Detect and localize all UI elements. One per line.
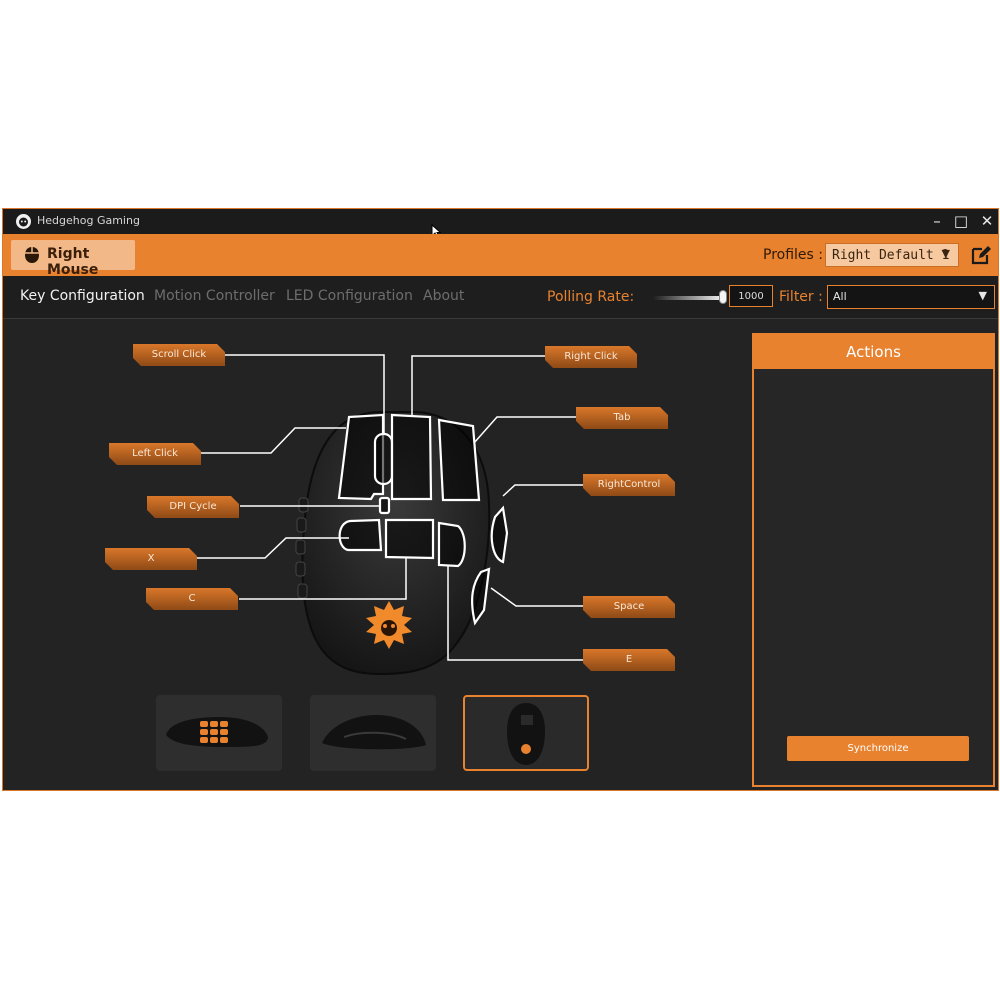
binding-right-click[interactable]: Right Click (545, 346, 637, 368)
right-control-line (502, 484, 585, 497)
polling-rate-slider-knob[interactable] (719, 290, 727, 304)
tab-about[interactable]: About (423, 288, 464, 304)
nav-bar: Key Configuration Motion Controller LED … (3, 276, 998, 319)
polling-rate-label: Polling Rate: (547, 289, 635, 305)
app-window: Hedgehog Gaming – □ ✕ Right Mouse Profil… (2, 208, 999, 791)
binding-left-click[interactable]: Left Click (109, 443, 201, 465)
x-key[interactable] (338, 518, 383, 552)
dpi-cycle-key[interactable] (378, 496, 391, 515)
right-click-line (411, 355, 548, 416)
header-bar: Right Mouse Profiles : Right Default 1 ▼ (3, 234, 998, 278)
synchronize-button[interactable]: Synchronize (787, 736, 969, 761)
tab-led-configuration[interactable]: LED Configuration (286, 288, 413, 304)
space-line (490, 587, 585, 607)
right-click-key[interactable] (390, 413, 433, 501)
tab-line (473, 416, 579, 444)
close-icon[interactable]: ✕ (973, 209, 998, 234)
mouse-icon (25, 247, 39, 263)
filter-label: Filter : (779, 289, 823, 305)
actions-title: Actions (754, 335, 993, 369)
binding-tab[interactable]: Tab (576, 407, 668, 429)
filter-select[interactable]: All ▼ (827, 285, 995, 309)
tab-key-configuration[interactable]: Key Configuration (20, 288, 145, 304)
tab-motion-controller[interactable]: Motion Controller (154, 288, 275, 304)
binding-right-control[interactable]: RightControl (583, 474, 675, 496)
chevron-down-icon: ▼ (941, 247, 950, 260)
profiles-label: Profiles : (763, 247, 823, 263)
mouse-side-view-icon (166, 717, 268, 747)
window-title: Hedgehog Gaming (37, 214, 140, 227)
binding-x[interactable]: X (105, 548, 197, 570)
profile-select-value: Right Default 1 (832, 248, 950, 263)
binding-dpi-cycle[interactable]: DPI Cycle (147, 496, 239, 518)
view-thumbnail-side[interactable] (156, 695, 282, 771)
title-bar: Hedgehog Gaming – □ ✕ (3, 209, 998, 239)
binding-space[interactable]: Space (583, 596, 675, 618)
polling-rate-slider[interactable] (653, 296, 727, 300)
mouse-side-alt-view-icon (322, 715, 426, 750)
maximize-icon[interactable]: □ (947, 209, 975, 234)
scroll-wheel[interactable] (373, 432, 394, 486)
hedgehog-logo-icon (16, 214, 31, 229)
right-control-key[interactable] (490, 505, 509, 564)
chevron-down-icon: ▼ (978, 289, 987, 302)
device-button-label: Right Mouse (47, 246, 99, 278)
filter-select-value: All (833, 290, 847, 303)
profile-select[interactable]: Right Default 1 ▼ (825, 243, 959, 267)
c-key[interactable] (384, 518, 435, 560)
view-thumbnail-top[interactable] (463, 695, 589, 771)
e-key[interactable] (437, 521, 466, 568)
actions-panel: Actions Synchronize (752, 333, 995, 787)
polling-rate-value[interactable]: 1000 (729, 285, 773, 307)
edit-icon[interactable] (970, 244, 992, 266)
binding-scroll-click[interactable]: Scroll Click (133, 344, 225, 366)
binding-e[interactable]: E (583, 649, 675, 671)
tab-key[interactable] (437, 418, 481, 502)
mouse-top-view-icon (507, 703, 545, 765)
view-thumbnail-side-alt[interactable] (310, 695, 436, 771)
device-button[interactable]: Right Mouse (11, 240, 135, 278)
binding-c[interactable]: C (146, 588, 238, 610)
